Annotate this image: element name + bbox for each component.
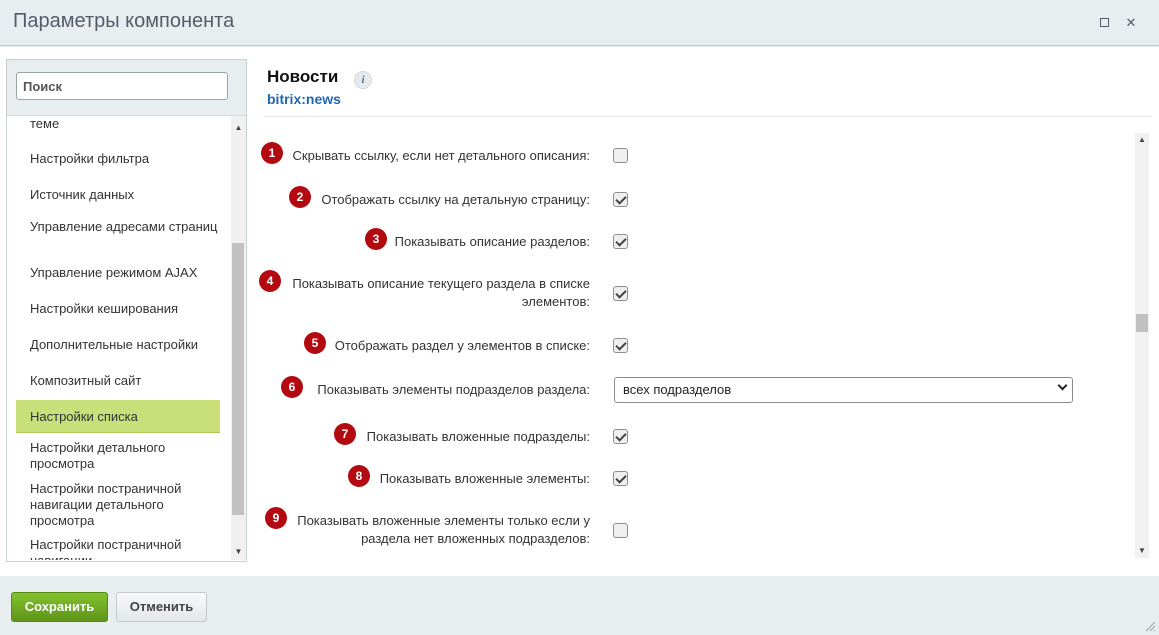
dialog-footer: Сохранить Отменить	[0, 576, 1159, 635]
property-label: Показывать вложенные подразделы:	[366, 429, 590, 444]
dialog-body: теме Настройки фильтра Источник данных У…	[0, 47, 1159, 576]
select-value: всех подразделов	[623, 382, 732, 397]
property-label: Показывать элементы подразделов раздела:	[317, 382, 590, 397]
step-badge: 6	[281, 376, 303, 398]
sidebar-item-caching[interactable]: Настройки кеширования	[16, 301, 220, 317]
settings-nav-list: теме Настройки фильтра Источник данных У…	[7, 116, 231, 560]
resize-grip-icon[interactable]	[1144, 620, 1156, 632]
sidebar-item-additional-settings[interactable]: Дополнительные настройки	[16, 337, 220, 353]
property-label: Показывать вложенные элементы:	[379, 471, 590, 486]
show-current-section-description-checkbox[interactable]	[613, 286, 628, 301]
sidebar-item-data-source[interactable]: Источник данных	[16, 187, 220, 203]
sidebar-item-composite-site[interactable]: Композитный сайт	[16, 373, 220, 389]
scroll-up-icon[interactable]: ▲	[233, 122, 244, 133]
show-nested-elements-checkbox[interactable]	[613, 471, 628, 486]
sidebar-item-pagination[interactable]: Настройки постраничной навигации	[16, 537, 220, 560]
header-divider	[263, 116, 1152, 117]
properties-scroll-thumb[interactable]	[1136, 314, 1148, 332]
scroll-down-icon[interactable]: ▼	[1137, 546, 1147, 556]
step-badge: 3	[365, 228, 387, 250]
search-bar	[7, 60, 246, 116]
sidebar-item-list-settings[interactable]: Настройки списка	[16, 400, 220, 433]
sidebar-item-ajax-mode[interactable]: Управление режимом AJAX	[16, 265, 220, 281]
property-label: Отображать ссылку на детальную страницу:	[321, 192, 590, 207]
subsection-elements-select[interactable]: всех подразделов	[614, 377, 1073, 403]
sidebar-scroll-thumb[interactable]	[232, 243, 244, 515]
property-label: Скрывать ссылку, если нет детального опи…	[292, 148, 590, 163]
save-button[interactable]: Сохранить	[11, 592, 108, 622]
step-badge: 1	[261, 142, 283, 164]
sidebar-item-url-management[interactable]: Управление адресами страниц	[16, 219, 220, 235]
sidebar-item-detail-view[interactable]: Настройки детального просмотра	[16, 440, 220, 472]
scroll-down-icon[interactable]: ▼	[233, 546, 244, 557]
step-badge: 2	[289, 186, 311, 208]
component-parameters-dialog: Параметры компонента ✕ теме Настройки фи…	[0, 0, 1159, 635]
maximize-icon[interactable]	[1095, 14, 1113, 32]
step-badge: 7	[334, 423, 356, 445]
info-icon[interactable]: i	[354, 71, 372, 89]
show-nested-sections-checkbox[interactable]	[613, 429, 628, 444]
settings-nav-panel: теме Настройки фильтра Источник данных У…	[6, 59, 247, 562]
properties-scrollbar[interactable]: ▲ ▼	[1135, 133, 1149, 558]
chevron-down-icon	[1057, 380, 1068, 391]
property-label: Показывать описание текущего раздела в с…	[292, 276, 590, 309]
sidebar-scrollbar[interactable]: ▲ ▼	[231, 116, 246, 560]
scroll-up-icon[interactable]: ▲	[1137, 135, 1147, 145]
property-label: Показывать вложенные элементы только есл…	[297, 513, 590, 546]
nested-elements-only-if-no-subsections-checkbox[interactable]	[613, 523, 628, 538]
dialog-title: Параметры компонента	[13, 10, 235, 32]
step-badge: 4	[259, 270, 281, 292]
sidebar-item-theme[interactable]: теме	[16, 116, 220, 132]
search-input[interactable]	[16, 72, 228, 100]
show-section-description-checkbox[interactable]	[613, 234, 628, 249]
close-icon[interactable]: ✕	[1122, 14, 1140, 32]
title-bar: Параметры компонента ✕	[0, 0, 1159, 46]
step-badge: 5	[304, 332, 326, 354]
hide-link-no-detail-checkbox[interactable]	[613, 148, 628, 163]
show-detail-link-checkbox[interactable]	[613, 192, 628, 207]
show-section-for-elements-checkbox[interactable]	[613, 338, 628, 353]
cancel-button[interactable]: Отменить	[116, 592, 207, 622]
step-badge: 8	[348, 465, 370, 487]
property-label: Отображать раздел у элементов в списке:	[334, 338, 590, 353]
sidebar-item-detail-pagination[interactable]: Настройки постраничной навигации детальн…	[16, 481, 220, 529]
sidebar-item-filter-settings[interactable]: Настройки фильтра	[16, 151, 220, 167]
properties-list: 1 Скрывать ссылку, если нет детального о…	[255, 133, 1135, 563]
component-name: Новости	[267, 67, 339, 86]
property-label: Показывать описание разделов:	[394, 234, 590, 249]
component-code: bitrix:news	[267, 91, 341, 107]
